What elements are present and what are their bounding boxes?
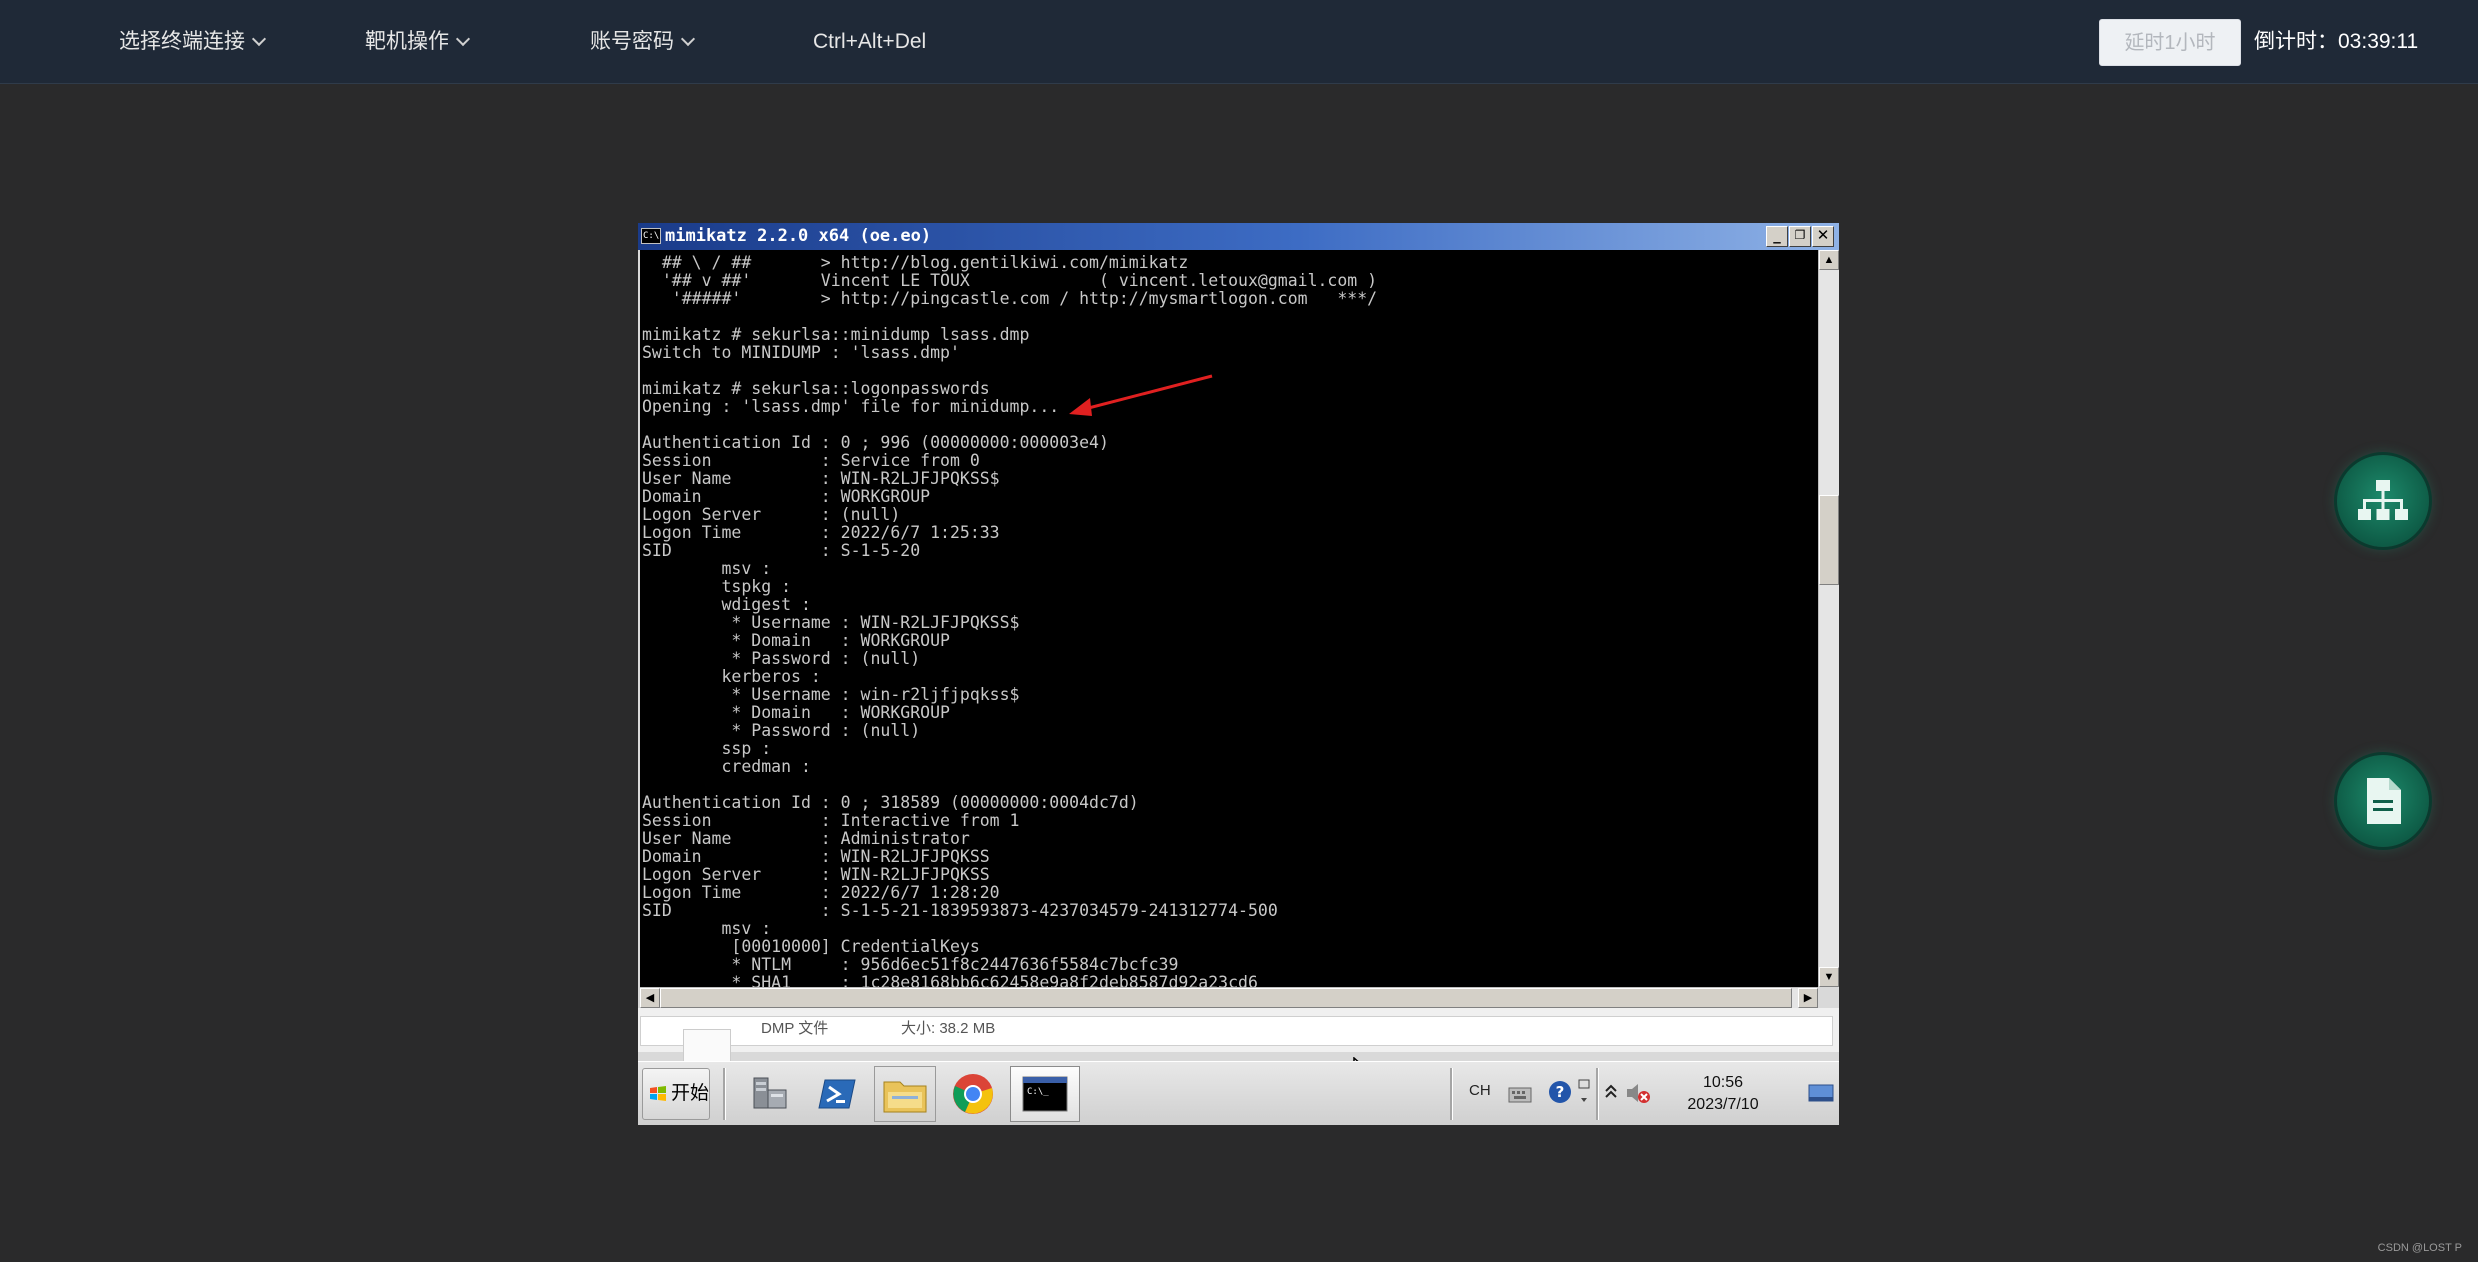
network-topology-icon	[2358, 480, 2408, 520]
taskbar-separator	[1450, 1068, 1453, 1120]
target-ops-menu[interactable]: 靶机操作	[365, 0, 471, 83]
taskbar-chrome[interactable]	[942, 1066, 1004, 1122]
windows-logo-icon	[650, 1086, 666, 1101]
taskbar-cmd[interactable]: C:\_	[1010, 1066, 1080, 1122]
terminal-select-label: 选择终端连接	[119, 30, 245, 53]
server-manager-icon	[753, 1077, 787, 1109]
language-indicator[interactable]: CH	[1469, 1082, 1491, 1099]
clock-time: 10:56	[1702, 1074, 1744, 1091]
account-password-label: 账号密码	[590, 30, 674, 53]
powershell-icon	[818, 1079, 856, 1109]
close-button[interactable]: ✕	[1812, 226, 1834, 247]
system-clock[interactable]: 10:56 2023/7/10	[1673, 1072, 1773, 1116]
windows-taskbar: 开始 C:\_ CH ? 10:56 2023/7/10	[638, 1061, 1839, 1125]
console-output[interactable]: ## \ / ## > http://blog.gentilkiwi.com/m…	[640, 250, 1818, 987]
console-text: ## \ / ## > http://blog.gentilkiwi.com/m…	[642, 253, 1378, 988]
cmd-icon: C:\	[641, 228, 661, 244]
file-type-label: DMP 文件	[761, 1020, 829, 1037]
remote-desktop-screen[interactable]: C:\ mimikatz 2.2.0 x64 (oe.eo) _ ❐ ✕ ## …	[638, 223, 1839, 1125]
console-titlebar[interactable]: C:\ mimikatz 2.2.0 x64 (oe.eo) _ ❐ ✕	[638, 223, 1839, 250]
cmd-icon: C:\_	[1022, 1076, 1068, 1112]
file-details-pane: DMP 文件 大小: 38.2 MB	[640, 1016, 1833, 1063]
keyboard-icon[interactable]	[1508, 1082, 1532, 1104]
chrome-icon	[953, 1074, 993, 1114]
show-desktop-icon[interactable]	[1808, 1082, 1834, 1104]
help-icon[interactable]: ?	[1548, 1080, 1572, 1104]
tray-options-icon[interactable]	[1577, 1078, 1591, 1108]
svg-text:?: ?	[1556, 1083, 1565, 1101]
volume-muted-icon[interactable]	[1624, 1080, 1652, 1106]
svg-text:C:\_: C:\_	[1027, 1087, 1049, 1097]
scroll-left-button[interactable]: ◀	[640, 988, 660, 1008]
scroll-right-button[interactable]: ▶	[1798, 988, 1818, 1008]
top-toolbar: 选择终端连接 靶机操作 账号密码 Ctrl+Alt+Del 延时1小时 倒计时：…	[0, 0, 2478, 84]
clock-date: 2023/7/10	[1687, 1096, 1759, 1113]
terminal-select-menu[interactable]: 选择终端连接	[119, 0, 267, 83]
document-icon	[2367, 778, 2401, 824]
chevron-down-icon	[455, 31, 471, 47]
countdown-timer: 倒计时：03:39:11	[2254, 30, 2419, 53]
show-hidden-icons-icon[interactable]	[1604, 1082, 1618, 1102]
taskbar-explorer[interactable]	[874, 1066, 936, 1122]
start-button[interactable]: 开始	[642, 1068, 710, 1120]
background-explorer-window[interactable]: DMP 文件 大小: 38.2 MB	[638, 1008, 1839, 1063]
restore-button[interactable]: ❐	[1789, 226, 1811, 247]
chevron-down-icon	[680, 31, 696, 47]
network-topology-button[interactable]	[2337, 455, 2429, 547]
explorer-icon	[883, 1081, 927, 1113]
vertical-scrollbar[interactable]: ▲ ▼	[1818, 250, 1839, 987]
taskbar-separator	[1596, 1068, 1599, 1120]
vertical-scroll-thumb[interactable]	[1819, 495, 1839, 585]
watermark: CSDN @LOST P	[2377, 1242, 2462, 1254]
target-ops-label: 靶机操作	[365, 30, 449, 53]
delay-one-hour-button[interactable]: 延时1小时	[2099, 19, 2241, 66]
scroll-up-button[interactable]: ▲	[1819, 250, 1839, 270]
horizontal-scrollbar[interactable]: ◀ ▶	[640, 987, 1818, 1008]
account-password-menu[interactable]: 账号密码	[590, 0, 696, 83]
horizontal-scroll-thumb[interactable]	[660, 988, 1792, 1008]
file-size-label: 大小: 38.2 MB	[901, 1020, 996, 1037]
chevron-down-icon	[251, 31, 267, 47]
document-button[interactable]	[2337, 755, 2429, 847]
scroll-down-button[interactable]: ▼	[1819, 967, 1839, 987]
taskbar-separator	[723, 1068, 726, 1120]
start-label: 开始	[671, 1083, 710, 1104]
ctrl-alt-del-button[interactable]: Ctrl+Alt+Del	[813, 0, 926, 83]
file-icon	[683, 1029, 731, 1063]
minimize-button[interactable]: _	[1766, 226, 1788, 247]
console-title: mimikatz 2.2.0 x64 (oe.eo)	[665, 226, 932, 246]
taskbar-powershell[interactable]	[806, 1066, 868, 1122]
taskbar-server-manager[interactable]	[738, 1066, 800, 1122]
